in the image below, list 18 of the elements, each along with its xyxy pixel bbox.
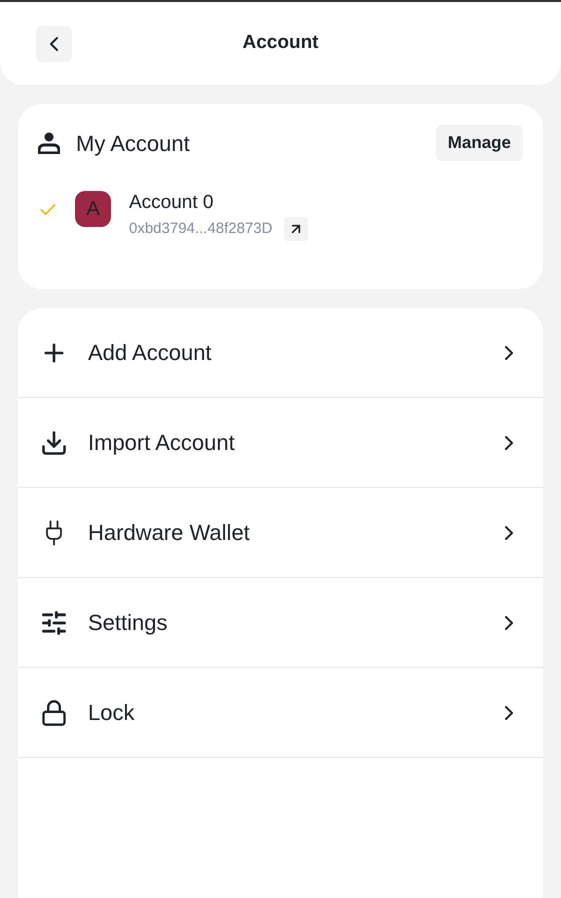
download-icon: [40, 428, 68, 456]
person-icon: [38, 132, 60, 154]
menu-item[interactable]: Settings: [18, 578, 543, 668]
section-title: My Account: [76, 130, 190, 158]
sliders-icon: [40, 608, 68, 636]
menu-item[interactable]: Add Account: [18, 308, 543, 398]
menu-item[interactable]: Lock: [18, 668, 543, 758]
back-button[interactable]: [36, 26, 72, 62]
manage-button[interactable]: Manage: [436, 125, 523, 161]
open-link-button[interactable]: [284, 217, 308, 241]
account-name: Account 0: [129, 191, 214, 215]
menu-item[interactable]: Hardware Wallet: [18, 488, 543, 578]
account-row[interactable]: A Account 0 0xbd3794...48f2873D: [38, 191, 523, 241]
account-address: 0xbd3794...48f2873D: [129, 218, 272, 239]
page-title: Account: [242, 31, 318, 56]
avatar: A: [75, 191, 111, 227]
menu-item[interactable]: Import Account: [18, 398, 543, 488]
lock-icon: [40, 698, 68, 726]
